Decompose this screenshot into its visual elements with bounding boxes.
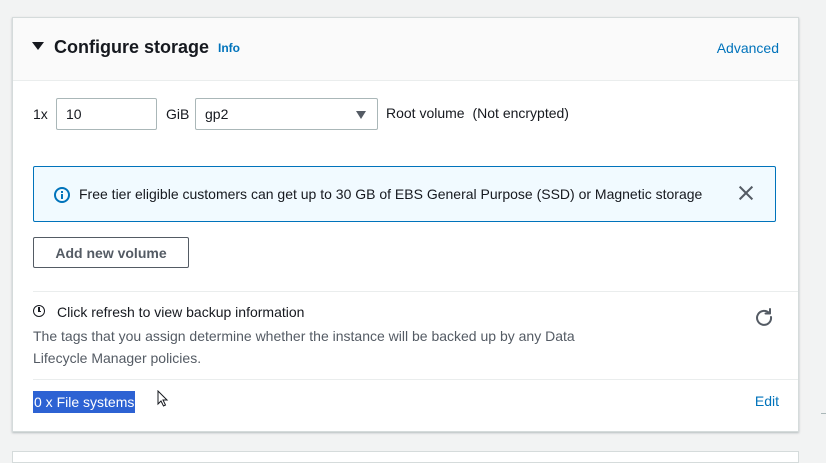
- mouse-pointer-icon: [157, 390, 169, 407]
- panel-header[interactable]: Configure storage Info Advanced: [13, 18, 798, 81]
- divider: [33, 379, 798, 380]
- volume-size-input[interactable]: [56, 98, 157, 130]
- root-volume-label: Root volume (Not encrypted): [386, 105, 569, 121]
- size-unit-label: GiB: [166, 106, 190, 122]
- clock-icon: [33, 305, 45, 317]
- file-systems-edit-link[interactable]: Edit: [755, 393, 779, 409]
- refresh-icon[interactable]: [754, 307, 774, 327]
- volume-type-select[interactable]: gp2: [195, 98, 378, 130]
- encryption-status: (Not encrypted): [472, 105, 569, 121]
- backup-info-title: Click refresh to view backup information: [57, 304, 305, 320]
- panel-title: Configure storage: [54, 37, 210, 57]
- volume-count-label: 1x: [33, 106, 48, 122]
- alert-message: Free tier eligible customers can get up …: [79, 186, 703, 202]
- dropdown-caret-icon: [356, 111, 366, 119]
- caret-down-icon[interactable]: [32, 42, 44, 50]
- volume-type-value: gp2: [205, 106, 229, 122]
- advanced-link[interactable]: Advanced: [717, 40, 779, 56]
- close-icon[interactable]: [737, 184, 755, 202]
- add-new-volume-button[interactable]: Add new volume: [33, 237, 189, 268]
- divider: [33, 291, 798, 292]
- next-panel-edge: [12, 451, 799, 463]
- divider: [821, 413, 826, 414]
- file-systems-label: 0 x File systems: [33, 391, 136, 413]
- free-tier-info-alert: Free tier eligible customers can get up …: [33, 166, 776, 222]
- configure-storage-panel: Configure storage Info Advanced 1x GiB g…: [12, 17, 799, 432]
- backup-description: The tags that you assign determine wheth…: [33, 328, 575, 366]
- root-volume-text: Root volume: [386, 105, 465, 121]
- info-link[interactable]: Info: [218, 41, 240, 55]
- info-circle-icon: [54, 187, 70, 203]
